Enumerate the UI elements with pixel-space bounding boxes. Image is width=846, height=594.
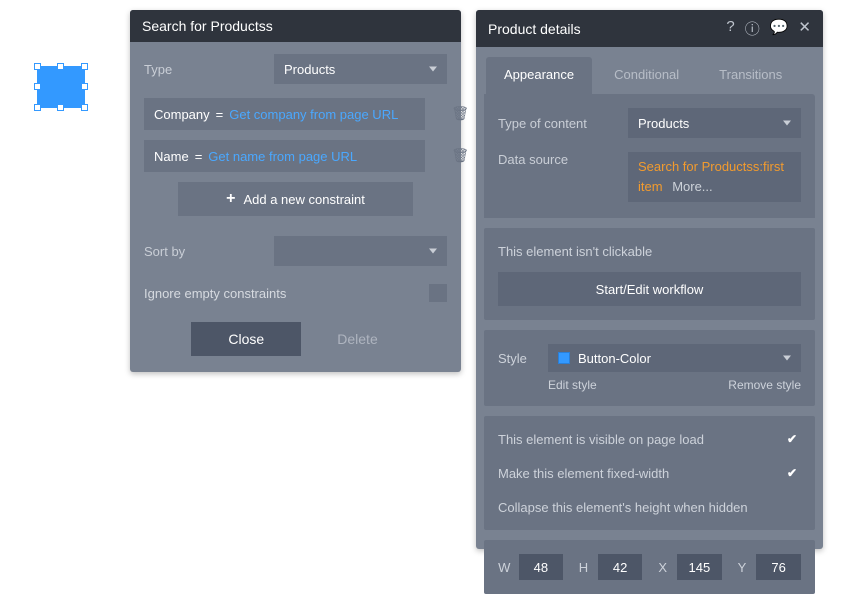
add-constraint-button[interactable]: + Add a new constraint <box>178 182 413 216</box>
chevron-down-icon <box>429 249 437 254</box>
resize-handle-e[interactable] <box>81 83 88 90</box>
properties-panel-header[interactable]: Product details ? ⓘ 💬 ✕ <box>476 10 823 47</box>
ignore-empty-label: Ignore empty constraints <box>144 286 286 301</box>
chevron-down-icon <box>783 356 791 361</box>
type-of-content-value: Products <box>638 116 689 131</box>
type-value: Products <box>284 62 335 77</box>
tab-conditional[interactable]: Conditional <box>596 57 697 94</box>
plus-icon: + <box>226 190 235 208</box>
constraint-op: = <box>195 149 203 164</box>
constraint-row-2[interactable]: Name = Get name from page URL <box>144 140 425 172</box>
comment-icon[interactable]: 💬 <box>770 18 789 39</box>
constraint-op: = <box>216 107 224 122</box>
tabs: Appearance Conditional Transitions <box>484 57 815 94</box>
resize-handle-nw[interactable] <box>34 63 41 70</box>
type-dropdown[interactable]: Products <box>274 54 447 84</box>
x-input[interactable]: 145 <box>677 554 722 580</box>
y-input[interactable]: 76 <box>756 554 801 580</box>
data-source-more[interactable]: More... <box>672 179 712 194</box>
close-button[interactable]: Close <box>191 322 301 356</box>
chevron-down-icon <box>783 121 791 126</box>
resize-handle-n[interactable] <box>57 63 64 70</box>
fixed-width-label: Make this element fixed-width <box>498 466 669 481</box>
add-constraint-label: Add a new constraint <box>243 192 364 207</box>
width-input[interactable]: 48 <box>519 554 564 580</box>
collapse-label: Collapse this element's height when hidd… <box>498 500 748 515</box>
sort-label: Sort by <box>144 244 274 259</box>
style-swatch <box>558 352 570 364</box>
constraint-field: Name <box>154 149 189 164</box>
ignore-empty-checkbox[interactable] <box>429 284 447 302</box>
y-label: Y <box>736 560 749 575</box>
data-source-label: Data source <box>498 152 628 167</box>
resize-handle-s[interactable] <box>57 104 64 111</box>
collapse-checkbox[interactable] <box>783 498 801 516</box>
height-input[interactable]: 42 <box>598 554 643 580</box>
properties-panel-title: Product details <box>488 21 581 37</box>
visible-checkbox[interactable] <box>783 430 801 448</box>
style-label: Style <box>498 351 534 366</box>
visible-label: This element is visible on page load <box>498 432 704 447</box>
h-label: H <box>577 560 590 575</box>
constraint-field: Company <box>154 107 210 122</box>
edit-style-link[interactable]: Edit style <box>548 378 597 392</box>
sort-dropdown[interactable] <box>274 236 447 266</box>
resize-handle-sw[interactable] <box>34 104 41 111</box>
delete-button[interactable]: Delete <box>315 322 399 356</box>
chevron-down-icon <box>429 67 437 72</box>
fixed-width-checkbox[interactable] <box>783 464 801 482</box>
not-clickable-label: This element isn't clickable <box>498 244 652 259</box>
trash-icon[interactable]: 🗑 <box>451 105 469 122</box>
constraint-row-1[interactable]: Company = Get company from page URL <box>144 98 425 130</box>
resize-handle-w[interactable] <box>34 83 41 90</box>
start-edit-workflow-button[interactable]: Start/Edit workflow <box>498 272 801 306</box>
constraint-value: Get name from page URL <box>208 149 357 164</box>
w-label: W <box>498 560 511 575</box>
remove-style-link[interactable]: Remove style <box>728 378 801 392</box>
search-panel-header[interactable]: Search for Productss <box>130 10 461 42</box>
resize-handle-se[interactable] <box>81 104 88 111</box>
style-dropdown[interactable]: Button-Color <box>548 344 801 372</box>
properties-panel: Product details ? ⓘ 💬 ✕ Appearance Condi… <box>476 10 823 549</box>
help-icon[interactable]: ? <box>726 18 734 39</box>
not-clickable-checkbox[interactable] <box>783 242 801 260</box>
tab-transitions[interactable]: Transitions <box>701 57 800 94</box>
constraint-value: Get company from page URL <box>229 107 398 122</box>
x-label: X <box>656 560 669 575</box>
info-icon[interactable]: ⓘ <box>745 18 760 39</box>
search-panel: Search for Productss Type Products Compa… <box>130 10 461 372</box>
tab-appearance[interactable]: Appearance <box>486 57 592 94</box>
data-source-input[interactable]: Search for Productss:first item More... <box>628 152 801 202</box>
type-of-content-label: Type of content <box>498 116 628 131</box>
trash-icon[interactable]: 🗑 <box>451 147 469 164</box>
style-value: Button-Color <box>578 351 651 366</box>
close-icon[interactable]: ✕ <box>798 18 811 39</box>
type-of-content-dropdown[interactable]: Products <box>628 108 801 138</box>
type-label: Type <box>144 62 274 77</box>
selected-element[interactable] <box>37 66 85 108</box>
resize-handle-ne[interactable] <box>81 63 88 70</box>
search-panel-title: Search for Productss <box>142 18 273 34</box>
